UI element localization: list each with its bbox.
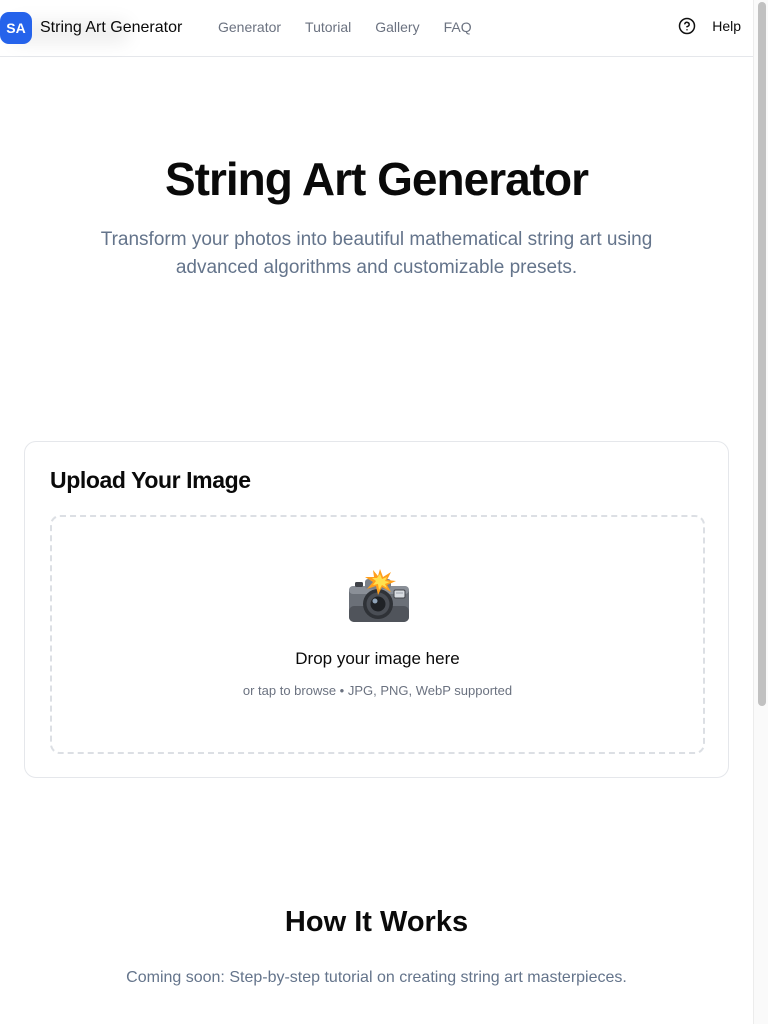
hero-title: String Art Generator xyxy=(164,153,589,205)
how-it-works-title: How It Works xyxy=(284,906,469,938)
page: SA String Art Generator Generator Tutori… xyxy=(0,0,753,1024)
hero-subtitle: Transform your photos into beautiful mat… xyxy=(100,229,653,278)
help-label: Help xyxy=(712,18,741,34)
nav-link-gallery[interactable]: Gallery xyxy=(375,19,419,35)
nav-link-faq[interactable]: FAQ xyxy=(444,19,472,35)
camera-flash-icon xyxy=(349,569,409,622)
how-it-works-subtitle: Coming soon: Step-by-step tutorial on cr… xyxy=(126,969,627,986)
question-circle-icon xyxy=(678,17,696,35)
brand-home-link[interactable]: SA String Art Generator xyxy=(0,12,182,44)
dropzone-title: Drop your image here xyxy=(295,649,460,668)
top-navbar: SA String Art Generator Generator Tutori… xyxy=(0,0,753,57)
page-scrollbar[interactable] xyxy=(753,0,768,1024)
upload-card-title: Upload Your Image xyxy=(50,467,251,493)
upload-card: Upload Your Image Drop your image here o… xyxy=(24,441,729,778)
main-nav: Generator Tutorial Gallery FAQ xyxy=(218,19,496,35)
dropzone-hint: or tap to browse • JPG, PNG, WebP suppor… xyxy=(242,683,513,698)
help-link[interactable]: Help xyxy=(678,17,741,35)
nav-link-generator[interactable]: Generator xyxy=(218,19,281,35)
nav-link-tutorial[interactable]: Tutorial xyxy=(305,19,351,35)
image-dropzone[interactable]: Drop your image here or tap to browse • … xyxy=(50,515,705,754)
logo-badge: SA xyxy=(0,12,32,44)
scrollbar-thumb[interactable] xyxy=(758,2,766,706)
brand-name: String Art Generator xyxy=(40,19,183,36)
